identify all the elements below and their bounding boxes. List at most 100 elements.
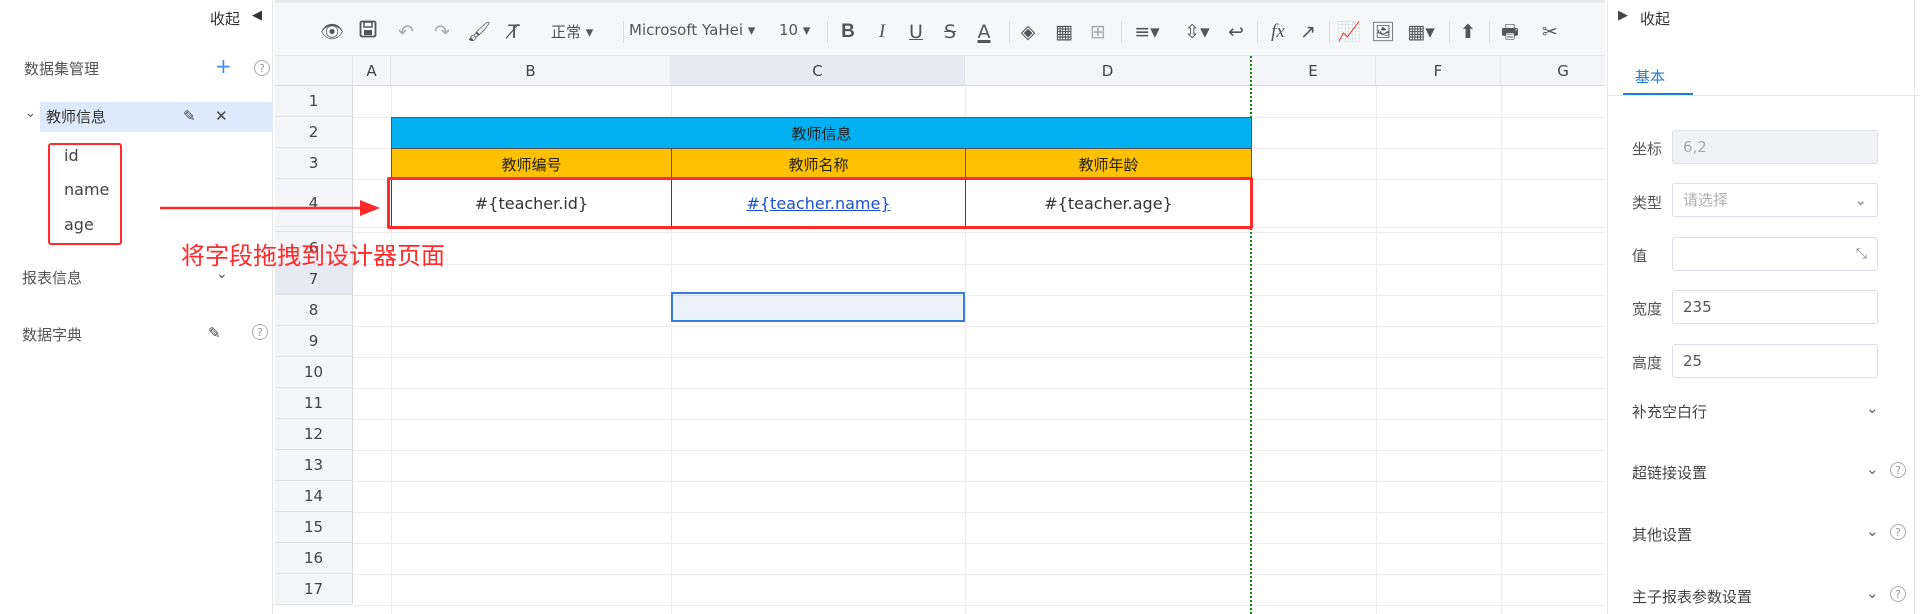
row-header[interactable]: 14 (275, 481, 353, 512)
chevron-down-icon[interactable]: ⌄ (1866, 584, 1879, 602)
merge-cells-icon[interactable]: ⊞ (1087, 17, 1109, 47)
data-row-highlight-box (387, 177, 1253, 229)
data-dictionary-label[interactable]: 数据字典 (22, 324, 82, 345)
save-icon[interactable] (357, 17, 379, 47)
eye-icon[interactable]: 👁 (319, 17, 345, 47)
grid-corner (275, 56, 353, 86)
dataset-name[interactable]: 教师信息 (46, 106, 106, 127)
annotation-arrow-icon (160, 200, 380, 216)
underline-button[interactable]: U (905, 17, 927, 47)
height-label: 高度 (1632, 354, 1663, 372)
section-master-sub-params[interactable]: 主子报表参数设置 (1632, 586, 1752, 607)
bold-button[interactable]: B (837, 17, 859, 47)
add-dataset-icon[interactable]: + (215, 56, 232, 76)
align-left-icon[interactable]: ≡▾ (1129, 17, 1165, 47)
value-label: 值 (1632, 247, 1648, 265)
toolbar: 👁 ↶ ↷ 🖌 T̸ 正常 ▾ Microsoft YaHei ▾ 10 ▾ B… (275, 0, 1605, 56)
scrollbar-track[interactable] (1914, 0, 1915, 614)
help-icon[interactable]: ? (1890, 462, 1906, 478)
row-header[interactable]: 1 (275, 86, 353, 117)
row-header[interactable]: 11 (275, 388, 353, 419)
font-family-dropdown[interactable]: Microsoft YaHei ▾ (629, 21, 755, 39)
vertical-align-icon[interactable]: ⇳▾ (1179, 17, 1215, 47)
row-header[interactable]: 12 (275, 419, 353, 450)
font-size-dropdown[interactable]: 10 ▾ (779, 21, 810, 39)
column-header-g[interactable]: G (1501, 56, 1605, 86)
tab-basic[interactable]: 基本 (1635, 66, 1665, 87)
selected-cell[interactable] (671, 292, 965, 322)
type-select[interactable]: 请选择 ⌄ (1672, 183, 1878, 217)
section-hyperlink[interactable]: 超链接设置 (1632, 462, 1707, 483)
report-info-label[interactable]: 报表信息 (22, 267, 82, 288)
settings-icon[interactable]: ✂ (1537, 17, 1563, 47)
row-header[interactable]: 15 (275, 512, 353, 543)
undo-icon[interactable]: ↶ (395, 17, 417, 47)
row-header[interactable]: 8 (275, 295, 353, 326)
fill-color-icon[interactable]: ◈ (1017, 17, 1039, 47)
section-other[interactable]: 其他设置 (1632, 524, 1692, 545)
fields-highlight-box (48, 143, 122, 245)
column-header-e[interactable]: E (1251, 56, 1376, 86)
row-header[interactable]: 3 (275, 148, 353, 179)
font-style-dropdown[interactable]: 正常 ▾ (551, 21, 593, 42)
chevron-down-icon[interactable]: ⌄ (1866, 460, 1879, 478)
row-header[interactable]: 2 (275, 117, 353, 148)
print-icon[interactable]: 🖶 (1497, 17, 1523, 47)
qrcode-icon[interactable]: ▦▾ (1403, 17, 1439, 47)
row-header[interactable]: 16 (275, 543, 353, 574)
grid-line (1376, 86, 1377, 614)
edit-dictionary-icon[interactable]: ✎ (208, 324, 221, 342)
clear-format-icon[interactable]: T̸ (503, 17, 525, 47)
title-cell[interactable]: 教师信息 (391, 117, 1252, 149)
caret-right-icon[interactable]: ▶ (1618, 8, 1628, 23)
chevron-down-icon[interactable]: ⌄ (1866, 399, 1879, 417)
column-header-a[interactable]: A (353, 56, 391, 86)
row-header[interactable]: 9 (275, 326, 353, 357)
width-input[interactable]: 235 (1672, 290, 1878, 324)
edit-dataset-icon[interactable]: ✎ (183, 107, 196, 125)
redo-icon[interactable]: ↷ (431, 17, 453, 47)
spreadsheet-grid[interactable]: A B C D E F G 1 2 3 4 6 7 8 9 10 11 12 1… (275, 56, 1605, 614)
format-painter-icon[interactable]: 🖌 (467, 17, 491, 47)
annotation-text: 将字段拖拽到设计器页面 (181, 242, 445, 270)
border-icon[interactable]: ▦ (1053, 17, 1075, 47)
strikethrough-button[interactable]: S (939, 17, 961, 47)
chart-icon[interactable]: 📈 (1337, 17, 1361, 47)
value-input[interactable]: ⤡ (1672, 237, 1878, 271)
chevron-down-icon[interactable]: ⌄ (1866, 522, 1879, 540)
row-header[interactable]: 10 (275, 357, 353, 388)
wrap-text-icon[interactable]: ↩ (1225, 17, 1247, 47)
collapse-right-label[interactable]: 收起 (1640, 8, 1670, 29)
column-header-c[interactable]: C (671, 56, 965, 86)
column-header-b[interactable]: B (391, 56, 671, 86)
image-icon[interactable]: 🖼 (1371, 17, 1395, 47)
expand-editor-icon[interactable]: ⤡ (1856, 238, 1867, 270)
header-cell-teacher-id[interactable]: 教师编号 (391, 148, 672, 180)
column-header-f[interactable]: F (1376, 56, 1501, 86)
help-icon[interactable]: ? (254, 60, 270, 76)
column-header-d[interactable]: D (965, 56, 1251, 86)
grid-line (353, 512, 1605, 513)
expand-icon[interactable]: ↗ (1297, 17, 1319, 47)
caret-left-icon[interactable]: ◀ (252, 8, 262, 23)
upload-icon[interactable]: ⬆ (1457, 17, 1479, 47)
delete-dataset-icon[interactable]: ✕ (215, 107, 228, 125)
help-icon[interactable]: ? (252, 324, 268, 340)
grid-line (353, 605, 1605, 606)
coord-input: 6,2 (1672, 130, 1878, 164)
help-icon[interactable]: ? (1890, 524, 1906, 540)
header-cell-teacher-age[interactable]: 教师年龄 (965, 148, 1252, 180)
header-cell-teacher-name[interactable]: 教师名称 (671, 148, 966, 180)
row-header[interactable]: 13 (275, 450, 353, 481)
grid-line (353, 295, 1605, 296)
height-input[interactable]: 25 (1672, 344, 1878, 378)
help-icon[interactable]: ? (1890, 586, 1906, 602)
formula-button[interactable]: fx (1265, 17, 1291, 47)
collapse-left-label[interactable]: 收起 (210, 8, 240, 29)
italic-button[interactable]: I (871, 17, 893, 47)
section-blank-rows[interactable]: 补充空白行 (1632, 401, 1707, 422)
chevron-down-icon[interactable]: ⌄ (25, 106, 36, 121)
row-header[interactable]: 17 (275, 574, 353, 605)
font-color-button[interactable]: A (973, 17, 995, 47)
font-size-value: 10 (779, 21, 799, 39)
